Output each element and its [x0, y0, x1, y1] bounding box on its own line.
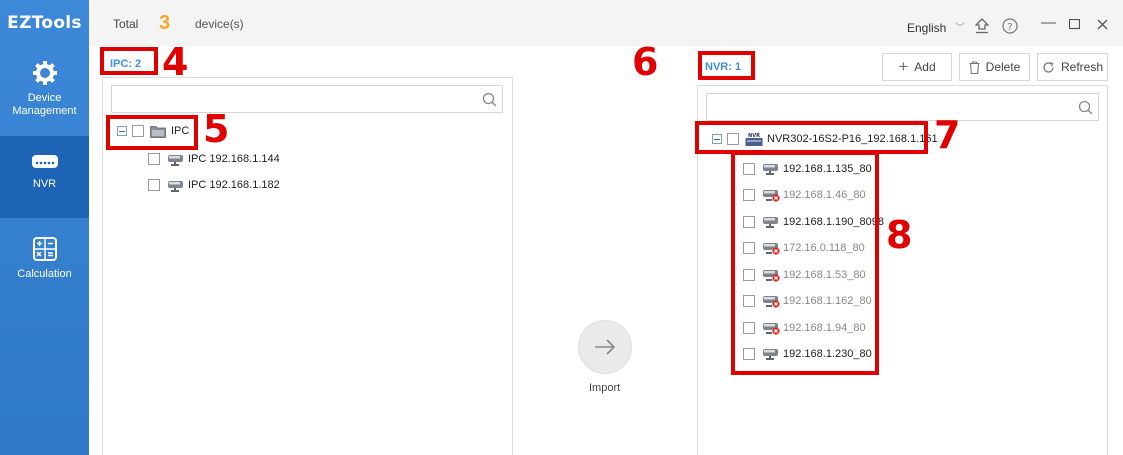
search-icon[interactable] — [1078, 100, 1093, 115]
sidebar-item-calculation[interactable]: Calculation — [0, 222, 89, 304]
header-bar: Total 3 device(s) English ﹀ ? — — [89, 0, 1123, 46]
annotation-number: 5 — [203, 107, 230, 151]
ipc-camera-icon — [168, 180, 183, 192]
annotation-number: 7 — [934, 113, 961, 157]
add-button[interactable]: + Add — [882, 53, 952, 81]
maximize-button[interactable] — [1069, 19, 1080, 30]
annotation-number: 8 — [886, 213, 913, 257]
total-label: Total — [113, 17, 139, 31]
sidebar-item-nvr[interactable]: NVR — [0, 136, 89, 218]
refresh-icon — [1043, 61, 1054, 73]
annotation-box-ipc-count — [100, 47, 158, 75]
list-item[interactable]: IPC 192.168.1.144 — [148, 150, 280, 168]
trash-icon — [969, 60, 980, 74]
help-icon[interactable]: ? — [1002, 18, 1018, 34]
ipc-search-input[interactable] — [111, 85, 503, 113]
annotation-number: 4 — [162, 40, 189, 84]
close-button[interactable] — [1097, 19, 1108, 30]
nvr-device-icon — [31, 155, 58, 168]
sidebar-item-label: NVR — [32, 178, 57, 190]
ipc-device-label: IPC 192.168.1.144 — [188, 153, 280, 165]
arrow-right-icon — [595, 339, 616, 355]
calculator-icon — [32, 237, 57, 261]
ipc-device-label: IPC 192.168.1.182 — [188, 179, 280, 191]
refresh-button-label: Refresh — [1060, 60, 1104, 74]
plus-icon: + — [898, 57, 909, 76]
list-item[interactable]: IPC 192.168.1.182 — [148, 176, 280, 194]
refresh-button[interactable]: Refresh — [1037, 53, 1108, 81]
sidebar-item-label: Device Management — [12, 92, 77, 117]
gear-icon — [32, 61, 57, 85]
sidebar-item-device-management[interactable]: Device Management — [0, 46, 89, 132]
annotation-box-nvr-device — [695, 121, 928, 154]
total-count: 3 — [159, 12, 171, 34]
add-button-label: Add — [914, 60, 936, 74]
language-select[interactable]: English — [907, 21, 946, 35]
minimize-button[interactable]: — — [1041, 14, 1056, 31]
annotation-box-ipc-group — [106, 115, 198, 150]
delete-button-label: Delete — [985, 60, 1021, 74]
delete-button[interactable]: Delete — [959, 53, 1030, 81]
annotation-box-nvr-count — [698, 51, 755, 80]
upgrade-icon[interactable] — [975, 18, 989, 34]
sidebar: EZTools Device Management NVR Calculatio… — [0, 0, 89, 455]
import-label: Import — [589, 382, 621, 394]
search-icon[interactable] — [482, 92, 497, 107]
app-title: EZTools — [7, 13, 82, 33]
ipc-camera-icon — [168, 154, 183, 166]
svg-text:?: ? — [1007, 22, 1012, 33]
nvr-search-input[interactable] — [706, 93, 1099, 121]
annotation-number: 6 — [632, 40, 659, 84]
import-button[interactable] — [578, 320, 632, 374]
chevron-down-icon[interactable]: ﹀ — [955, 19, 965, 34]
devices-label: device(s) — [195, 17, 244, 31]
annotation-box-channels — [731, 151, 879, 375]
ipc-checkbox[interactable] — [148, 179, 160, 191]
sidebar-item-label: Calculation — [17, 268, 72, 280]
ipc-checkbox[interactable] — [148, 153, 160, 165]
